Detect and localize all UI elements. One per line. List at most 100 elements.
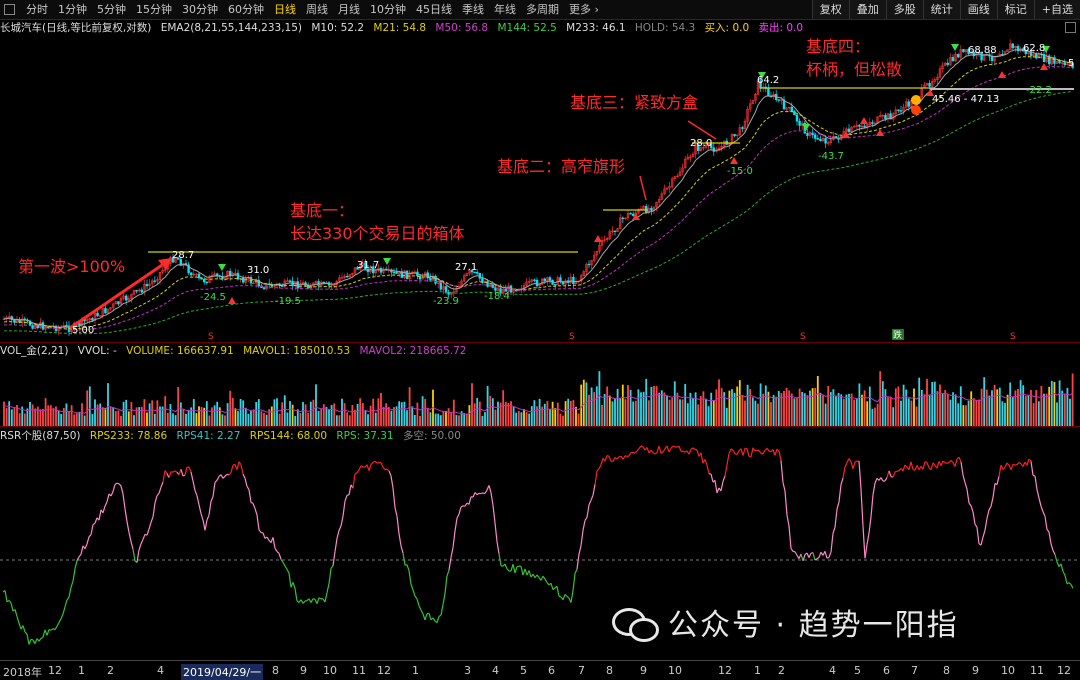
tab-15min[interactable]: 15分钟 (131, 0, 177, 19)
tab-weekly[interactable]: 周线 (301, 0, 333, 19)
rsr-segment (313, 599, 315, 600)
candle-body (206, 282, 208, 283)
rsr-segment (225, 474, 227, 476)
volume-bar (651, 387, 653, 426)
rsr-segment (863, 526, 865, 558)
volume-bar (991, 390, 993, 426)
volume-bar (258, 399, 260, 426)
rsr-segment (985, 518, 987, 530)
draw-line-button[interactable]: 画线 (960, 0, 997, 19)
rsr-segment (1031, 461, 1033, 475)
panel-settings-icon[interactable] (1065, 22, 1076, 33)
rsr-segment (279, 553, 281, 559)
axis-cursor-date: 2019/04/29/一 (181, 664, 263, 680)
multi-stock-button[interactable]: 多股 (886, 0, 923, 19)
volume-bar (866, 401, 868, 426)
rsr-segment (1057, 562, 1059, 567)
volume-bar (378, 398, 380, 426)
label-low4: -18.4 (484, 291, 510, 302)
volume-bar (440, 415, 442, 426)
volume-bar (687, 403, 689, 426)
tab-fenshi[interactable]: 分时 (21, 0, 53, 19)
tab-daily[interactable]: 日线 (269, 0, 301, 19)
rsr-segment (211, 497, 213, 502)
volume-bar (367, 414, 369, 426)
volume-bar (838, 393, 840, 426)
tab-5min[interactable]: 5分钟 (92, 0, 131, 19)
statistics-button[interactable]: 统计 (923, 0, 960, 19)
rsr-segment (993, 483, 995, 497)
volume-bar (71, 405, 73, 426)
tab-45day[interactable]: 45日线 (411, 0, 457, 19)
tab-60min[interactable]: 60分钟 (223, 0, 269, 19)
volume-bar (55, 406, 57, 426)
volume-bar (24, 413, 26, 426)
rsr-segment (63, 607, 65, 614)
volume-bar (599, 371, 601, 426)
rsr-segment (1027, 459, 1029, 465)
rsr-segment (111, 492, 113, 496)
volume-bar (708, 406, 710, 426)
rsr-segment (421, 610, 423, 614)
tab-yearly[interactable]: 年线 (489, 0, 521, 19)
volume-bar (253, 409, 255, 426)
volume-bar (141, 407, 143, 426)
candle-body (622, 218, 624, 219)
volume-bar (898, 386, 900, 426)
window-icon[interactable] (4, 4, 15, 15)
volume-bar (1041, 386, 1043, 426)
tab-multi-period[interactable]: 多周期 (521, 0, 564, 19)
rsr-segment (207, 515, 209, 520)
candle-body (190, 273, 192, 275)
axis-label: 5 (854, 664, 861, 677)
volume-bar (482, 416, 484, 426)
fuquan-button[interactable]: 复权 (812, 0, 849, 19)
volume-bar (128, 411, 130, 426)
volume-bar (721, 388, 723, 426)
tab-1min[interactable]: 1分钟 (53, 0, 92, 19)
rsr-segment (181, 469, 183, 476)
rsr-segment (551, 583, 553, 589)
axis-label: 12 (1057, 664, 1071, 677)
rsr-segment (733, 450, 735, 454)
candle-body (778, 100, 780, 101)
candle-body (885, 115, 887, 119)
rsr-segment (371, 462, 373, 464)
rsr-segment (1005, 463, 1007, 467)
volume-bar (749, 389, 751, 426)
volume-bar (1017, 389, 1019, 426)
volume-bar (305, 404, 307, 426)
volume-bar (565, 401, 567, 426)
volume-bar (331, 405, 333, 426)
volume-bar (703, 391, 705, 426)
rsr-segment (1061, 564, 1063, 571)
tab-quarterly[interactable]: 季线 (457, 0, 489, 19)
rsr-segment (1053, 550, 1055, 554)
rsr-segment (251, 503, 253, 504)
candle-body (216, 274, 218, 276)
tab-more[interactable]: 更多 › (564, 0, 604, 19)
mark-button[interactable]: 标记 (997, 0, 1034, 19)
rsr-segment (151, 517, 153, 522)
label-low1: -24.5 (200, 292, 226, 303)
tab-30min[interactable]: 30分钟 (177, 0, 223, 19)
overlay-button[interactable]: 叠加 (849, 0, 886, 19)
rsr-segment (945, 463, 947, 464)
tab-10min[interactable]: 10分钟 (365, 0, 411, 19)
tab-monthly[interactable]: 月线 (333, 0, 365, 19)
rsr-segment (931, 463, 933, 470)
volume-bar (661, 390, 663, 426)
volume-bar (66, 403, 68, 426)
rsr-segment (15, 609, 17, 616)
volume-bar (521, 412, 523, 426)
volume-bar (526, 412, 528, 426)
candle-body (630, 213, 632, 214)
volume-bar (804, 393, 806, 426)
volume-bar (164, 396, 166, 426)
add-watchlist-button[interactable]: +自选 (1034, 0, 1080, 19)
volume-bar (287, 412, 289, 426)
rsr-segment (789, 526, 791, 548)
volume-bar (939, 385, 941, 426)
volume-bar (419, 416, 421, 426)
axis-label: 10 (323, 664, 337, 677)
